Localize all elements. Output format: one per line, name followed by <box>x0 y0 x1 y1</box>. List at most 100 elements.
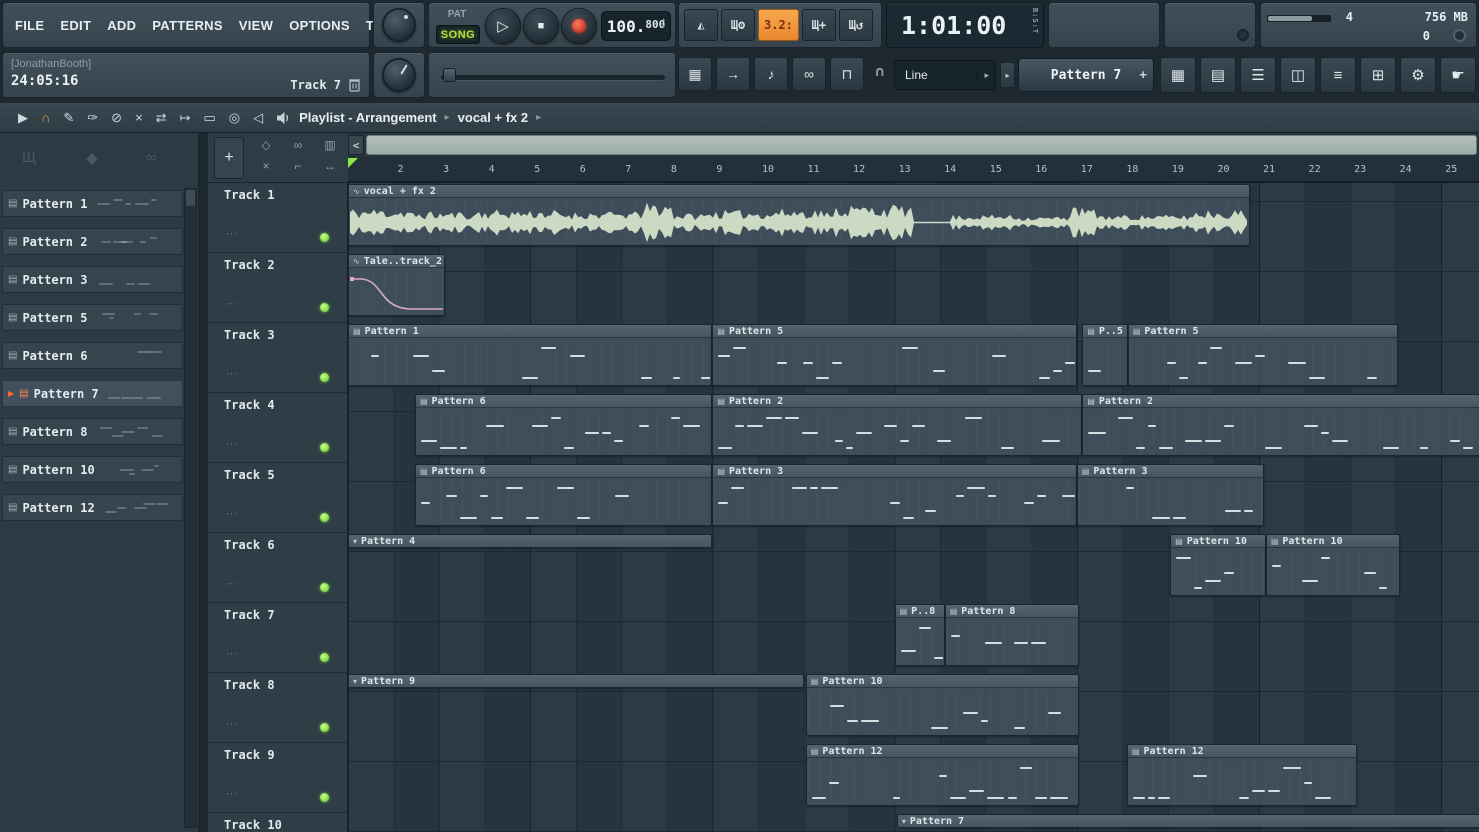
menu-item-edit[interactable]: EDIT <box>52 18 99 33</box>
playlist-clip-p-8[interactable]: ▤P..8 <box>895 604 945 666</box>
grid-icon[interactable]: ▥ <box>318 138 342 152</box>
clip-header[interactable]: ▤Pattern 6 <box>416 395 711 408</box>
playlist-button[interactable]: ▦ <box>1160 57 1196 93</box>
playlist-clip-pattern-10[interactable]: ▤Pattern 10 <box>806 674 1079 736</box>
speaker-icon[interactable] <box>277 112 291 124</box>
playlist-clip-vocal-fx-2[interactable]: ∿vocal + fx 2 <box>348 184 1250 246</box>
song-mode-toggle[interactable]: SONG <box>436 25 480 44</box>
pattern-list-item-pattern-12[interactable]: ▤Pattern 12 <box>2 494 183 521</box>
playlist-clip-pattern-2[interactable]: ▤Pattern 2 <box>1082 394 1479 456</box>
time-mode-label[interactable]: B:S:T <box>1031 8 1039 34</box>
track-enable-led[interactable] <box>320 513 329 522</box>
pattern-scrollbar[interactable] <box>184 188 197 828</box>
clip-header[interactable]: ▤Pattern 10 <box>1171 535 1265 548</box>
track-enable-led[interactable] <box>320 233 329 242</box>
playlist-clip-pattern-1[interactable]: ▤Pattern 1 <box>348 324 712 386</box>
main-volume-knob[interactable] <box>382 8 416 42</box>
horizontal-scrollbar[interactable] <box>366 135 1477 155</box>
pattern-scrollbar-thumb[interactable] <box>186 190 195 206</box>
tempo-display[interactable]: 100.800 ▲▼ <box>601 11 671 41</box>
clip-header[interactable]: ▤Pattern 2 <box>1083 395 1479 408</box>
clip-header[interactable]: ▤Pattern 12 <box>1128 745 1356 758</box>
rack-filter-icon[interactable]: ◆ <box>86 149 98 167</box>
timeline-ruler[interactable]: 2345678910111213141516171819202122232425 <box>348 157 1479 183</box>
dial-icon[interactable] <box>1453 29 1466 42</box>
clip-header[interactable]: ∿vocal + fx 2 <box>349 185 1249 198</box>
pattern-selector[interactable]: Pattern 7 + <box>1018 58 1154 92</box>
track-enable-led[interactable] <box>320 653 329 662</box>
menu-item-view[interactable]: VIEW <box>231 18 281 33</box>
playlist-clip-pattern-4[interactable]: ▾Pattern 4 <box>348 534 712 548</box>
pattern-list-item-pattern-6[interactable]: ▤Pattern 6 <box>2 342 183 369</box>
clip-header[interactable]: ▾Pattern 7 <box>898 815 1479 828</box>
mute-tool-icon[interactable]: × <box>135 103 143 133</box>
clip-header[interactable]: ▤Pattern 10 <box>1267 535 1399 548</box>
performance-hat-button[interactable]: ⊓ <box>830 57 864 91</box>
playback-tool-icon[interactable]: ◁ <box>253 103 263 133</box>
link-clips-icon[interactable]: ∞ <box>286 138 310 152</box>
link-button[interactable]: ∞ <box>792 57 826 91</box>
snap-next-button[interactable]: ▸ <box>1000 62 1015 88</box>
track-header-track-2[interactable]: Track 2⋯ <box>208 253 348 323</box>
playlist-clip-pattern-8[interactable]: ▤Pattern 8 <box>945 604 1079 666</box>
clip-header[interactable]: ▤Pattern 5 <box>713 325 1075 338</box>
trash-icon[interactable] <box>348 77 361 92</box>
note-button[interactable]: ♪ <box>754 57 788 91</box>
playlist-clip-pattern-5[interactable]: ▤Pattern 5 <box>1128 324 1398 386</box>
clip-header[interactable]: ▤Pattern 10 <box>807 675 1078 688</box>
pattern-list-item-pattern-5[interactable]: ▤Pattern 5 <box>2 304 183 331</box>
scroll-left-button[interactable]: < <box>348 135 364 155</box>
browser-button[interactable]: ≡ <box>1320 57 1356 93</box>
clip-header[interactable]: ▾Pattern 4 <box>349 535 711 548</box>
song-position-time[interactable]: 1:01:00 <box>901 11 1006 40</box>
clip-header[interactable]: ▾Pattern 9 <box>349 675 803 688</box>
playlist-clip-pattern-7[interactable]: ▾Pattern 7 <box>897 814 1479 828</box>
track-header-track-4[interactable]: Track 4⋯ <box>208 393 348 463</box>
playlist-clip-pattern-5[interactable]: ▤Pattern 5 <box>712 324 1076 386</box>
pat-mode-label[interactable]: PAT <box>429 9 485 20</box>
track-options-dots[interactable]: ⋯ <box>226 507 238 520</box>
track-enable-led[interactable] <box>320 303 329 312</box>
add-pattern-button[interactable]: + <box>1139 67 1147 82</box>
track-options-dots[interactable]: ⋯ <box>226 647 238 660</box>
step-grid-button[interactable]: ▦ <box>678 57 712 91</box>
playlist-clip-p-5[interactable]: ▤P..5 <box>1082 324 1128 386</box>
pattern-list-item-pattern-7[interactable]: ▶▤Pattern 7 <box>2 380 183 407</box>
channel-rack-button[interactable]: ☰ <box>1240 57 1276 93</box>
playlist-clip-tale-track-2[interactable]: ∿Tale..track_2 <box>348 254 445 316</box>
track-header-track-10[interactable]: Track 10⋯ <box>208 813 348 832</box>
menu-item-patterns[interactable]: PATTERNS <box>144 18 231 33</box>
pattern-list-item-pattern-10[interactable]: ▤Pattern 10 <box>2 456 183 483</box>
pointer-icon[interactable]: ◇ <box>254 138 278 152</box>
track-header-track-5[interactable]: Track 5⋯ <box>208 463 348 533</box>
plugin-picker-button[interactable]: ⊞ <box>1360 57 1396 93</box>
pitch-slider-groove[interactable] <box>441 75 665 80</box>
track-header-track-7[interactable]: Track 7⋯ <box>208 603 348 673</box>
pitch-slider-thumb[interactable] <box>443 68 456 82</box>
stretch-icon[interactable]: ↔ <box>318 159 342 173</box>
track-options-dots[interactable]: ⋯ <box>226 297 238 310</box>
track-options-dots[interactable]: ⋯ <box>226 227 238 240</box>
select-tool-icon[interactable]: ▭ <box>203 103 215 133</box>
track-options-dots[interactable]: ⋯ <box>226 717 238 730</box>
patterns-filter-icon[interactable]: Щ <box>22 149 36 166</box>
play-button[interactable]: ▷ <box>485 8 521 44</box>
overdub-button[interactable]: Щ+ <box>802 9 836 41</box>
playlist-clip-pattern-6[interactable]: ▤Pattern 6 <box>415 394 712 456</box>
track-header-track-1[interactable]: Track 1⋯ <box>208 183 348 253</box>
paint-tool-icon[interactable]: ✑ <box>87 103 98 133</box>
track-enable-led[interactable] <box>320 373 329 382</box>
playlist-grid[interactable]: ∿vocal + fx 2∿Tale..track_2▤Pattern 1▤Pa… <box>348 183 1479 832</box>
draw-tool-icon[interactable]: ✎ <box>63 103 74 133</box>
link-filter-icon[interactable]: ∞ <box>146 149 157 166</box>
track-enable-led[interactable] <box>320 723 329 732</box>
playlist-clip-pattern-6[interactable]: ▤Pattern 6 <box>415 464 712 526</box>
playlist-clip-pattern-9[interactable]: ▾Pattern 9 <box>348 674 804 688</box>
zoom-tool-icon[interactable]: ◎ <box>229 103 240 133</box>
snap-selector[interactable]: Line ▸ <box>894 60 996 90</box>
playlist-clip-pattern-2[interactable]: ▤Pattern 2 <box>712 394 1082 456</box>
wait-for-input-button[interactable]: Щʘ <box>721 9 755 41</box>
record-button[interactable] <box>561 8 597 44</box>
add-track-button[interactable]: + <box>214 137 244 179</box>
global-snap-icon[interactable]: ∩ <box>874 64 885 80</box>
